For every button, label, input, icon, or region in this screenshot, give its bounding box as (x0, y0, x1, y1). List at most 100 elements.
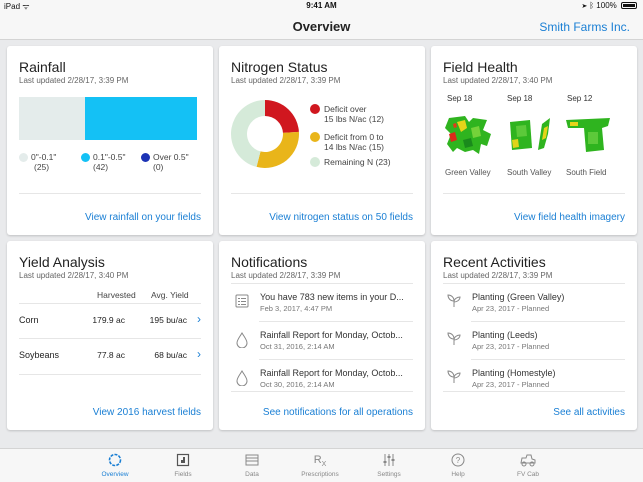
legend-count: (25) (34, 162, 50, 173)
donut-slice (256, 131, 299, 168)
field-date: Sep 18 (447, 94, 473, 103)
recent-activities-card[interactable]: Recent Activities Last updated 2/28/17, … (431, 241, 637, 430)
nitrogen-title: Nitrogen Status (231, 59, 328, 75)
tab-label: Help (451, 471, 465, 478)
data-icon (220, 453, 284, 468)
field-health-image-green-valley[interactable] (443, 114, 497, 158)
tab-bar: Overview Fields Data RX Prescriptions Se… (0, 448, 643, 482)
notification-date: Oct 30, 2016, 2:14 AM (260, 380, 335, 389)
nitrogen-card[interactable]: Nitrogen Status Last updated 2/28/17, 3:… (219, 46, 425, 235)
field-health-image-south-valley[interactable] (506, 114, 556, 158)
tab-settings[interactable]: Settings (357, 453, 421, 478)
tab-help[interactable]: ? Help (426, 453, 490, 478)
field-health-image-south-field[interactable] (564, 114, 614, 158)
bluetooth-icon: ᛒ (589, 1, 595, 10)
battery-percent: 100% (596, 1, 617, 10)
divider (231, 391, 413, 392)
legend-dot (141, 153, 150, 163)
legend-label: 0"-0.1" (31, 152, 57, 162)
tab-label: Prescriptions (301, 471, 339, 478)
battery-status: ➤ ᛒ 100% (582, 1, 637, 10)
notification-item[interactable]: Rainfall Report for Monday, Octob... Oct… (231, 362, 413, 398)
divider (19, 374, 201, 375)
legend-dot (310, 132, 320, 142)
legend-dot (81, 153, 90, 163)
chevron-right-icon: › (197, 312, 201, 326)
legend-label: Deficit over (324, 104, 367, 114)
help-icon: ? (426, 453, 490, 468)
legend-label: 15 lbs N/ac (12) (324, 114, 384, 124)
tab-prescriptions[interactable]: RX Prescriptions (288, 453, 352, 478)
notification-date: Feb 3, 2017, 4:47 PM (260, 304, 333, 313)
activity-item[interactable]: Planting (Green Valley) Apr 23, 2017 - P… (443, 286, 625, 322)
view-nitrogen-link[interactable]: View nitrogen status on 50 fields (269, 212, 413, 223)
view-field-health-link[interactable]: View field health imagery (514, 212, 625, 223)
rainfall-legend-low: 0"-0.1" (25) (19, 152, 56, 172)
activity-item[interactable]: Planting (Homestyle) Apr 23, 2017 - Plan… (443, 362, 625, 398)
yield-row-corn[interactable]: Corn 179.9 ac 195 bu/ac › (19, 304, 201, 338)
tab-data[interactable]: Data (220, 453, 284, 478)
nitrogen-legend-high-deficit: Deficit over 15 lbs N/ac (12) (310, 104, 420, 126)
divider (443, 193, 625, 194)
organization-button[interactable]: Smith Farms Inc. (539, 20, 630, 34)
raindrop-icon (235, 332, 249, 349)
legend-count: (42) (93, 162, 109, 173)
see-all-activities-link[interactable]: See all activities (553, 407, 625, 418)
tab-fv-cab[interactable]: FV Cab (496, 453, 560, 478)
average-yield: 195 bu/ac (149, 315, 187, 325)
field-name: South Field (566, 168, 607, 177)
column-header-avg-yield: Avg. Yield (151, 290, 189, 300)
activity-text: Planting (Green Valley) (472, 292, 565, 302)
harvested-acres: 77.8 ac (97, 350, 125, 360)
divider (443, 391, 625, 392)
legend-label: Remaining N (23) (324, 157, 391, 167)
divider (443, 283, 625, 284)
field-name: Green Valley (445, 168, 491, 177)
field-health-updated: Last updated 2/28/17, 3:40 PM (443, 76, 553, 85)
legend-label: 0.1"-0.5" (93, 152, 126, 162)
activity-date: Apr 23, 2017 - Planned (472, 380, 550, 389)
tab-label: Overview (101, 471, 129, 478)
yield-updated: Last updated 2/28/17, 3:40 PM (19, 271, 129, 280)
legend-dot (19, 153, 28, 163)
notification-text: You have 783 new items in your D... (260, 292, 404, 302)
seedling-icon (447, 332, 461, 346)
see-notifications-link[interactable]: See notifications for all operations (263, 407, 413, 418)
field-date: Sep 18 (507, 94, 533, 103)
legend-count: (0) (153, 162, 164, 173)
status-bar: iPad ᯤ 9:41 AM ➤ ᛒ 100% (0, 0, 643, 12)
legend-label: Deficit from 0 to (324, 132, 384, 142)
rainfall-bar-segment (85, 97, 197, 140)
notification-item[interactable]: Rainfall Report for Monday, Octob... Oct… (231, 324, 413, 360)
settings-icon (357, 453, 421, 468)
activity-item[interactable]: Planting (Leeds) Apr 23, 2017 - Planned (443, 324, 625, 360)
tab-overview[interactable]: Overview (83, 453, 147, 478)
activity-date: Apr 23, 2017 - Planned (472, 304, 550, 313)
notifications-card[interactable]: Notifications Last updated 2/28/17, 3:39… (219, 241, 425, 430)
tab-label: Data (245, 471, 259, 478)
notification-text: Rainfall Report for Monday, Octob... (260, 368, 403, 378)
seedling-icon (447, 370, 461, 384)
donut-slice (265, 100, 299, 133)
overview-icon (83, 453, 147, 468)
tab-fields[interactable]: Fields (151, 453, 215, 478)
activity-text: Planting (Homestyle) (472, 368, 556, 378)
yield-analysis-card[interactable]: Yield Analysis Last updated 2/28/17, 3:4… (7, 241, 213, 430)
prescriptions-icon: RX (313, 454, 327, 469)
notification-item[interactable]: You have 783 new items in your D... Feb … (231, 286, 413, 322)
clock: 9:41 AM (306, 1, 337, 10)
crop-name: Corn (19, 315, 39, 325)
field-health-title: Field Health (443, 59, 518, 75)
seedling-icon (447, 294, 461, 308)
yield-row-soybeans[interactable]: Soybeans 77.8 ac 68 bu/ac › (19, 339, 201, 373)
harvested-acres: 179.9 ac (92, 315, 125, 325)
cab-icon (496, 453, 560, 468)
rainfall-bar-segment (19, 97, 86, 140)
notifications-updated: Last updated 2/28/17, 3:39 PM (231, 271, 341, 280)
view-harvest-fields-link[interactable]: View 2016 harvest fields (93, 407, 201, 418)
field-health-card[interactable]: Field Health Last updated 2/28/17, 3:40 … (431, 46, 637, 235)
rainfall-card[interactable]: Rainfall Last updated 2/28/17, 3:39 PM 0… (7, 46, 213, 235)
view-rainfall-link[interactable]: View rainfall on your fields (85, 212, 201, 223)
nitrogen-donut-chart (231, 100, 299, 168)
location-icon: ➤ (582, 1, 588, 10)
